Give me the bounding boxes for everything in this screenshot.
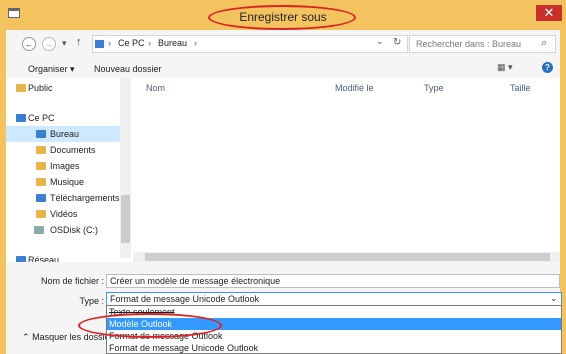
forward-button[interactable]: → <box>42 37 56 51</box>
breadcrumb-ce-pc[interactable]: Ce PC <box>118 38 145 48</box>
column-header-type[interactable]: Type <box>424 80 444 96</box>
breadcrumb-bureau[interactable]: Bureau <box>158 38 187 48</box>
file-list-scrollbar-thumb[interactable] <box>145 253 550 261</box>
column-header-modified[interactable]: Modifié le <box>335 80 374 96</box>
title-annotation-ellipse <box>208 5 356 30</box>
nav-item-telechargements[interactable]: Téléchargements <box>6 190 121 206</box>
new-folder-button[interactable]: Nouveau dossier <box>94 64 162 74</box>
organise-button[interactable]: Organiser ▾ <box>28 64 75 75</box>
close-button[interactable]: ✕ <box>536 5 562 21</box>
view-options-button[interactable]: ▦ ▾ <box>497 62 513 73</box>
column-header-size[interactable]: Taille <box>510 80 531 96</box>
command-bar <box>6 60 560 78</box>
filename-label: Nom de fichier : <box>40 276 104 286</box>
nav-item-ce-pc[interactable]: Ce PC <box>6 110 121 126</box>
chevron-down-icon[interactable]: ⌄ <box>550 293 558 304</box>
column-header-name[interactable]: Nom <box>146 80 165 96</box>
nav-item-musique[interactable]: Musique <box>6 174 121 190</box>
help-icon[interactable]: ? <box>542 62 553 73</box>
nav-item-images[interactable]: Images <box>6 158 121 174</box>
pc-icon <box>95 40 104 48</box>
nav-scrollbar-thumb[interactable] <box>121 195 130 243</box>
type-label: Type : <box>79 296 104 306</box>
address-dropdown-icon[interactable]: ⌄ <box>376 36 384 47</box>
refresh-icon[interactable]: ↻ <box>393 37 401 48</box>
option-annotation-ellipse <box>78 313 222 338</box>
nav-item-public[interactable]: Public <box>6 80 121 96</box>
nav-item-documents[interactable]: Documents <box>6 142 121 158</box>
option-format-unicode-outlook[interactable]: Format de message Unicode Outlook <box>107 342 561 354</box>
type-select[interactable]: Format de message Unicode Outlook <box>106 292 562 306</box>
navigation-pane: Public Ce PC Bureau Documents Images Mus… <box>6 78 133 268</box>
back-button[interactable]: ← <box>22 37 36 51</box>
recent-locations-button[interactable]: ▾ <box>62 38 67 49</box>
type-select-value: Format de message Unicode Outlook <box>110 294 260 304</box>
breadcrumb-chevron: › <box>148 38 151 48</box>
nav-item-videos[interactable]: Vidéos <box>6 206 121 222</box>
up-button[interactable]: ↑ <box>76 36 82 48</box>
breadcrumb-chevron: › <box>108 38 111 48</box>
chevron-up-icon: ⌃ <box>22 332 30 342</box>
search-input[interactable]: Rechercher dans : Bureau <box>409 35 556 53</box>
nav-item-osdisk[interactable]: OSDisk (C:) <box>6 222 121 238</box>
nav-item-bureau[interactable]: Bureau <box>6 126 121 142</box>
filename-input[interactable]: Créer un modèle de message électronique <box>106 274 560 288</box>
breadcrumb-chevron: › <box>194 38 197 48</box>
search-icon[interactable]: ⌕ <box>541 37 547 50</box>
